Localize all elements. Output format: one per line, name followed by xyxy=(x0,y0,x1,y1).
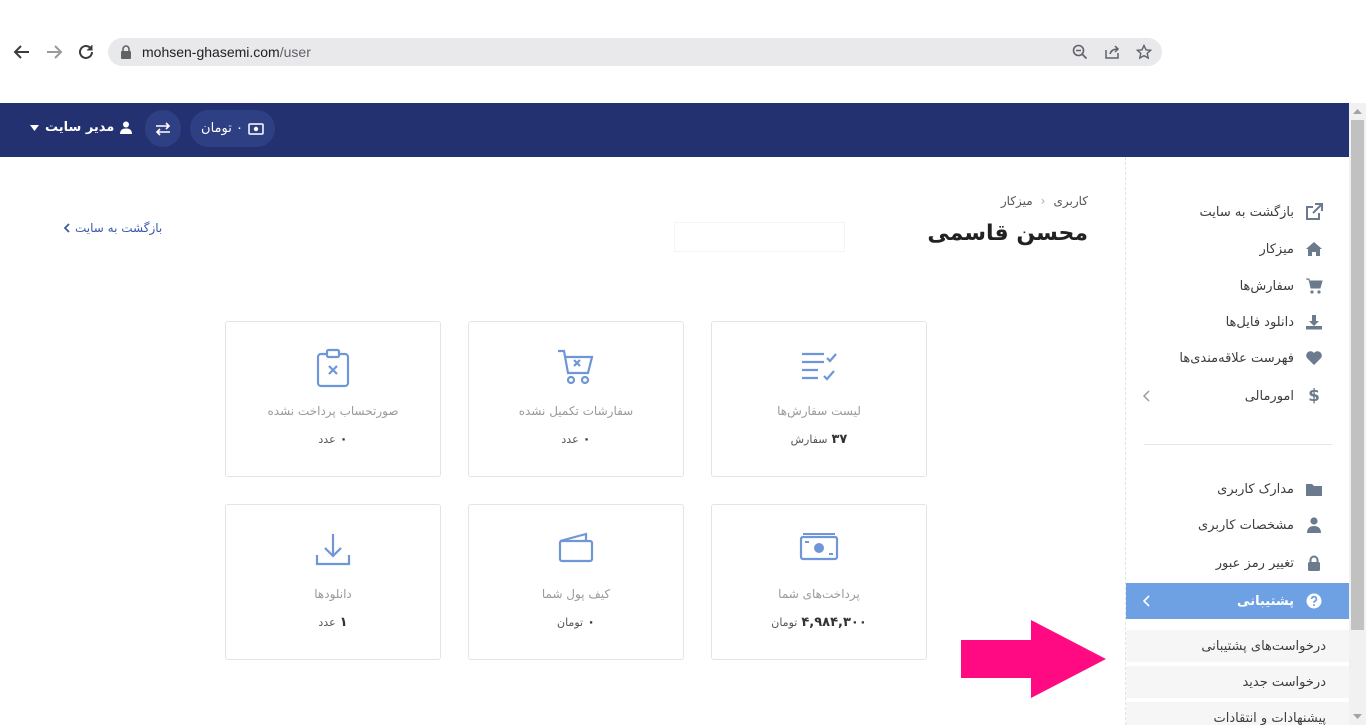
sidebar-item-file-downloads[interactable]: دانلود فایل‌ها xyxy=(1126,304,1350,340)
card-label: سفارشات تکمیل نشده xyxy=(518,404,634,418)
sidebar-item-label: دانلود فایل‌ها xyxy=(1225,314,1294,330)
scroll-down-arrow-icon[interactable] xyxy=(1353,712,1362,721)
sidebar-item-label: مدارک کاربری xyxy=(1217,481,1294,497)
download-icon xyxy=(1304,312,1324,332)
padlock-icon xyxy=(121,45,131,59)
sidebar-item-user-profile[interactable]: مشخصات کاربری xyxy=(1126,507,1350,543)
share-icon[interactable] xyxy=(1104,44,1120,60)
card-label: صورتحساب پرداخت نشده xyxy=(267,404,399,418)
back-to-site-link[interactable]: بازگشت به سایت xyxy=(64,221,162,235)
page-scrollbar[interactable] xyxy=(1349,103,1366,725)
sidebar-subitem-label: درخواست‌های پشتیبانی xyxy=(1201,638,1326,654)
chevron-left-icon xyxy=(1142,390,1150,402)
sidebar-item-wishlist[interactable]: فهرست علاقه‌مندی‌ها xyxy=(1126,340,1350,376)
sidebar-subitem-support-requests[interactable]: درخواست‌های پشتیبانی xyxy=(1126,630,1350,662)
card-value: ۴,۹۸۴,۳۰۰ تومان xyxy=(771,615,867,630)
card-downloads[interactable]: دانلودها ۱ عدد xyxy=(225,504,441,660)
sidebar-subitem-feedback[interactable]: پیشنهادات و انتقادات xyxy=(1126,702,1350,725)
bookmark-star-icon[interactable] xyxy=(1136,44,1152,60)
sidebar-item-finance[interactable]: $ امورمالی xyxy=(1126,378,1350,414)
card-value: ۱ عدد xyxy=(318,615,348,630)
breadcrumb: کاربری ‹ میزکار xyxy=(1001,194,1088,208)
app-header-bar: ۰ تومان مدیر سایت xyxy=(0,103,1349,157)
sidebar-item-orders[interactable]: سفارش‌ها xyxy=(1126,268,1350,304)
sidebar-item-change-password[interactable]: تغییر رمز عبور xyxy=(1126,545,1350,581)
scrollbar-thumb[interactable] xyxy=(1351,120,1364,630)
card-value: ۳۷ سفارش xyxy=(790,432,848,447)
sidebar-item-label: مشخصات کاربری xyxy=(1198,517,1294,533)
heart-icon xyxy=(1304,348,1324,368)
url-text: mohsen-ghasemi.com/user xyxy=(142,44,311,60)
wallet-balance-button[interactable]: ۰ تومان xyxy=(190,110,275,147)
sidebar-item-label: سفارش‌ها xyxy=(1239,278,1294,294)
sidebar-item-support[interactable]: پشتیبانی xyxy=(1126,583,1350,619)
card-incomplete-orders[interactable]: سفارشات تکمیل نشده ۰ عدد xyxy=(468,321,684,477)
sidebar-item-label: پشتیبانی xyxy=(1237,593,1294,609)
card-orders-list[interactable]: لیست سفارش‌ها ۳۷ سفارش xyxy=(711,321,927,477)
sidebar-item-label: بازگشت به سایت xyxy=(1199,204,1295,220)
dollar-icon: $ xyxy=(1308,386,1320,406)
card-label: دانلودها xyxy=(314,587,352,601)
home-icon xyxy=(1304,239,1324,259)
browser-chrome: mohsen-ghasemi.com/user xyxy=(0,0,1366,103)
card-payments[interactable]: پرداخت‌های شما ۴,۹۸۴,۳۰۰ تومان xyxy=(711,504,927,660)
banknote-icon xyxy=(712,531,926,571)
breadcrumb-dashboard[interactable]: میزکار xyxy=(1001,194,1033,208)
back-arrow-icon[interactable] xyxy=(10,40,34,64)
admin-label: مدیر سایت xyxy=(45,120,115,135)
blank-box xyxy=(675,223,844,251)
sidebar-item-user-documents[interactable]: مدارک کاربری xyxy=(1126,471,1350,507)
forward-arrow-icon[interactable] xyxy=(42,40,66,64)
external-link-icon xyxy=(1304,202,1324,222)
question-circle-icon xyxy=(1304,591,1324,611)
scroll-up-arrow-icon[interactable] xyxy=(1353,107,1362,116)
admin-menu[interactable]: مدیر سایت xyxy=(30,120,133,135)
swap-arrows-icon xyxy=(155,121,171,136)
download-icon xyxy=(226,531,440,571)
user-icon xyxy=(1304,515,1324,535)
lock-icon xyxy=(1304,553,1324,573)
clipboard-x-icon xyxy=(226,348,440,388)
sidebar-item-label: امورمالی xyxy=(1244,388,1294,404)
chevron-left-icon xyxy=(1142,595,1150,607)
list-check-icon xyxy=(712,348,926,388)
folder-icon xyxy=(1304,479,1324,499)
cart-icon xyxy=(1304,276,1324,296)
sidebar-subitem-label: پیشنهادات و انتقادات xyxy=(1213,710,1326,725)
card-value: ۰ عدد xyxy=(318,432,348,447)
card-unpaid-invoices[interactable]: صورتحساب پرداخت نشده ۰ عدد xyxy=(225,321,441,477)
card-label: پرداخت‌های شما xyxy=(778,587,860,601)
sidebar-subitem-new-request[interactable]: درخواست جدید xyxy=(1126,666,1350,698)
back-link-label: بازگشت به سایت xyxy=(75,221,163,235)
sidebar-subitem-label: درخواست جدید xyxy=(1242,674,1326,690)
user-icon xyxy=(120,121,133,134)
address-bar[interactable]: mohsen-ghasemi.com/user xyxy=(108,38,1162,66)
money-icon xyxy=(248,122,264,135)
page-title: محسن قاسمی xyxy=(927,221,1088,246)
breadcrumb-chevron-icon: ‹ xyxy=(1040,194,1046,208)
zoom-icon[interactable] xyxy=(1072,44,1088,60)
sidebar: بازگشت به سایت میزکار سفارش‌ها دانلود فا… xyxy=(1125,157,1350,725)
sidebar-item-dashboard[interactable]: میزکار xyxy=(1126,231,1350,267)
card-value: ۰ عدد xyxy=(561,432,591,447)
sidebar-item-label: تغییر رمز عبور xyxy=(1215,555,1294,571)
card-label: کیف پول شما xyxy=(541,587,611,601)
card-wallet[interactable]: کیف پول شما ۰ تومان xyxy=(468,504,684,660)
sidebar-item-back-to-site[interactable]: بازگشت به سایت xyxy=(1126,194,1350,230)
annotation-arrow-icon xyxy=(961,620,1106,698)
swap-button[interactable] xyxy=(145,110,181,147)
cart-x-icon xyxy=(469,348,683,388)
chevron-left-icon xyxy=(64,223,70,233)
wallet-icon xyxy=(469,531,683,571)
caret-down-icon xyxy=(30,124,39,131)
reload-icon[interactable] xyxy=(74,40,98,64)
breadcrumb-user[interactable]: کاربری xyxy=(1053,194,1088,208)
balance-text: ۰ تومان xyxy=(201,121,243,136)
sidebar-divider xyxy=(1144,444,1332,445)
sidebar-item-label: میزکار xyxy=(1259,241,1295,257)
sidebar-item-label: فهرست علاقه‌مندی‌ها xyxy=(1179,350,1294,366)
card-value: ۰ تومان xyxy=(557,615,596,630)
card-label: لیست سفارش‌ها xyxy=(777,404,861,418)
